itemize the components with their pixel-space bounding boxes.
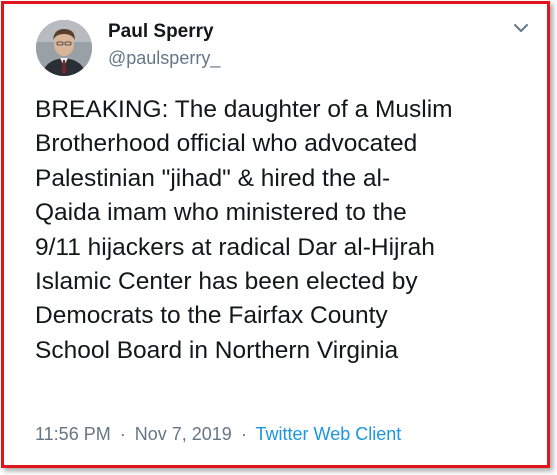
- tweet-text-line: Qaida imam who ministered to the: [35, 199, 407, 227]
- chevron-down-icon[interactable]: [511, 18, 531, 38]
- tweet-time[interactable]: 11:56 PM: [35, 424, 111, 444]
- tweet-text-line: Brotherhood official who advocated: [35, 130, 418, 158]
- avatar[interactable]: [36, 20, 92, 76]
- author-handle[interactable]: @paulsperry_: [108, 48, 220, 69]
- tweet-text: BREAKING: The daughter of a Muslim Broth…: [35, 93, 545, 368]
- metadata-separator: ·: [240, 424, 247, 444]
- tweet-text-line: Islamic Center has been elected by: [35, 268, 418, 296]
- author-name[interactable]: Paul Sperry: [108, 21, 214, 43]
- tweet-text-line: Palestinian "jihad" & hired the al-: [35, 164, 391, 192]
- tweet-date[interactable]: Nov 7, 2019: [135, 424, 232, 444]
- tweet-metadata: 11:56 PM · Nov 7, 2019 · Twitter Web Cli…: [35, 424, 401, 445]
- metadata-separator: ·: [119, 424, 126, 444]
- tweet-text-line: 9/11 hijackers at radical Dar al-Hijrah: [35, 233, 435, 261]
- tweet-source-link[interactable]: Twitter Web Client: [256, 424, 402, 444]
- tweet-text-line: School Board in Northern Virginia: [35, 336, 399, 364]
- tweet-card: Paul Sperry @paulsperry_ BREAKING: The d…: [4, 4, 547, 465]
- screenshot-frame: Paul Sperry @paulsperry_ BREAKING: The d…: [1, 1, 550, 468]
- tweet-text-line: Democrats to the Fairfax County: [35, 302, 388, 330]
- profile-photo: [36, 20, 92, 76]
- tweet-text-line: BREAKING: The daughter of a Muslim: [35, 96, 453, 123]
